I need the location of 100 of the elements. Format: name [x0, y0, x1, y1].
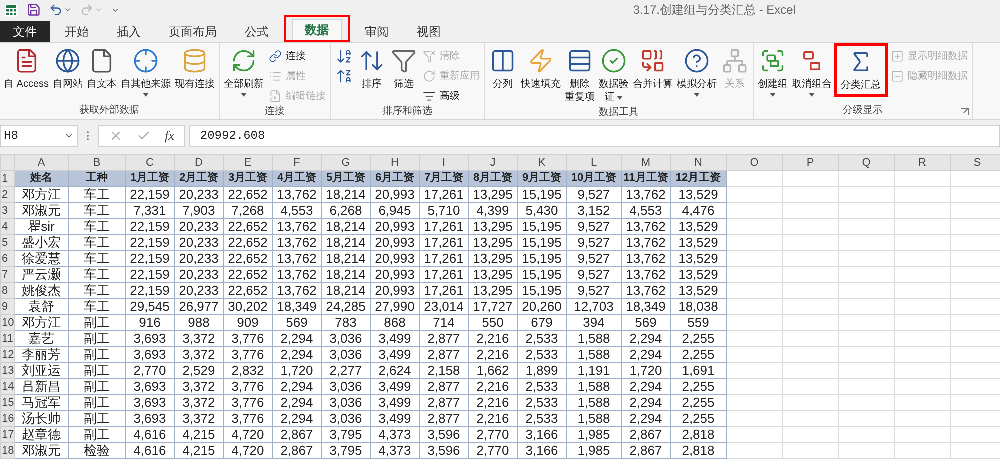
- table-cell: 2,294: [622, 346, 670, 362]
- column-header[interactable]: K: [518, 154, 566, 170]
- ribbon-tab[interactable]: 开始: [52, 21, 102, 42]
- table-cell: 27,990: [370, 298, 420, 314]
- column-header[interactable]: O: [726, 154, 782, 170]
- row-header[interactable]: 12: [0, 346, 14, 362]
- undo-icon[interactable]: [49, 3, 63, 17]
- row-header[interactable]: 16: [0, 410, 14, 426]
- table-cell: 车工: [68, 282, 126, 298]
- ribbon-button[interactable]: 取消组合: [790, 45, 834, 99]
- column-header[interactable]: L: [566, 154, 622, 170]
- caret-icon: [143, 93, 150, 97]
- caret-icon[interactable]: [64, 6, 72, 14]
- ribbon-button[interactable]: 模拟分析: [675, 45, 720, 99]
- ribbon-tab[interactable]: 插入: [104, 21, 154, 42]
- ribbon-button[interactable]: 分类汇总: [839, 46, 884, 94]
- table-cell: 6,268: [322, 202, 370, 218]
- column-header[interactable]: H: [370, 154, 420, 170]
- column-header[interactable]: M: [622, 154, 670, 170]
- row-header[interactable]: 4: [0, 218, 14, 234]
- row-header[interactable]: 1: [0, 170, 14, 186]
- ribbon-tab[interactable]: 审阅: [352, 21, 402, 42]
- file-tab[interactable]: 文件: [0, 21, 50, 42]
- table-cell: 2,294: [272, 330, 322, 346]
- column-header[interactable]: C: [126, 154, 174, 170]
- table-cell: 1,588: [566, 330, 622, 346]
- column-header[interactable]: Q: [838, 154, 894, 170]
- column-header[interactable]: E: [224, 154, 272, 170]
- row-header[interactable]: 2: [0, 186, 14, 202]
- row-header[interactable]: 15: [0, 394, 14, 410]
- ribbon-button[interactable]: 连接: [266, 47, 328, 65]
- row-header[interactable]: 18: [0, 442, 14, 458]
- header-cell: 8月工资: [468, 170, 518, 186]
- row-header[interactable]: 6: [0, 250, 14, 266]
- table-cell: 2,867: [622, 426, 670, 442]
- ribbon-button[interactable]: 自 Access: [2, 45, 52, 93]
- table-cell: 17,261: [420, 186, 468, 202]
- row-header[interactable]: 14: [0, 378, 14, 394]
- ribbon-button[interactable]: 删除 重复项: [563, 45, 598, 106]
- ribbon-button[interactable]: 自网站: [51, 45, 86, 93]
- ribbon-button[interactable]: 快速填充: [519, 45, 564, 93]
- table-cell: 22,652: [224, 282, 272, 298]
- ribbon-button[interactable]: 合并计算: [631, 45, 676, 93]
- table-cell: 嘉艺: [14, 330, 68, 346]
- column-header[interactable]: J: [468, 154, 518, 170]
- ribbon-tab[interactable]: 公式: [232, 21, 282, 42]
- save-icon[interactable]: [27, 3, 41, 17]
- table-cell: 1,985: [566, 442, 622, 458]
- group-label: 获取外部数据: [78, 104, 140, 118]
- column-header[interactable]: R: [894, 154, 950, 170]
- ribbon-button[interactable]: 筛选: [388, 45, 420, 93]
- column-header[interactable]: A: [14, 154, 68, 170]
- ribbon-button[interactable]: 排序: [356, 45, 388, 93]
- header-cell: 9月工资: [518, 170, 566, 186]
- table-cell: 559: [670, 314, 726, 330]
- column-header[interactable]: G: [322, 154, 370, 170]
- row-header[interactable]: 3: [0, 202, 14, 218]
- row-header[interactable]: 11: [0, 330, 14, 346]
- ribbon-tab[interactable]: 视图: [404, 21, 454, 42]
- group-label: 数据工具: [598, 106, 640, 120]
- ribbon-tab[interactable]: 页面布局: [156, 21, 230, 42]
- name-box[interactable]: H8: [0, 125, 78, 147]
- ribbon-button[interactable]: 现有连接: [173, 45, 218, 93]
- dialog-launcher-icon[interactable]: [961, 108, 970, 116]
- table-cell: 2,770: [126, 362, 174, 378]
- table-cell: 24,285: [322, 298, 370, 314]
- table-cell: 2,533: [518, 330, 566, 346]
- row-header[interactable]: 13: [0, 362, 14, 378]
- table-cell: 副工: [68, 362, 126, 378]
- ribbon-tab[interactable]: 数据: [292, 19, 342, 40]
- column-header[interactable]: P: [782, 154, 838, 170]
- row-header[interactable]: 7: [0, 266, 14, 282]
- column-header[interactable]: S: [950, 154, 1000, 170]
- table-cell: 2,294: [622, 394, 670, 410]
- ribbon-button[interactable]: 数据验 证: [597, 45, 632, 106]
- row-header[interactable]: 8: [0, 282, 14, 298]
- row-header[interactable]: 9: [0, 298, 14, 314]
- formula-field[interactable]: 20992.608: [189, 125, 1000, 147]
- ribbon-button[interactable]: 创建组: [756, 45, 790, 99]
- column-header[interactable]: N: [670, 154, 726, 170]
- table-cell: 909: [224, 314, 272, 330]
- table-cell: 15,195: [518, 250, 566, 266]
- table-cell: 13,295: [468, 186, 518, 202]
- table-cell: 车工: [68, 234, 126, 250]
- row-header[interactable]: 17: [0, 426, 14, 442]
- ribbon-button[interactable]: 分列: [487, 45, 520, 93]
- column-header[interactable]: D: [174, 154, 224, 170]
- ribbon-button[interactable]: 高级: [420, 87, 482, 105]
- row-header[interactable]: 5: [0, 234, 14, 250]
- ribbon-button[interactable]: 自其他来源: [119, 45, 174, 99]
- row-header[interactable]: 10: [0, 314, 14, 330]
- table-cell: 1,588: [566, 378, 622, 394]
- table-cell: 20,993: [370, 250, 420, 266]
- column-header[interactable]: B: [68, 154, 126, 170]
- column-header[interactable]: I: [420, 154, 468, 170]
- insert-function-button[interactable]: fx: [165, 128, 174, 144]
- table-cell: 988: [174, 314, 224, 330]
- ribbon-button[interactable]: 全部刷新: [222, 45, 266, 99]
- column-header[interactable]: F: [272, 154, 322, 170]
- ribbon-button[interactable]: 自文本: [85, 45, 120, 93]
